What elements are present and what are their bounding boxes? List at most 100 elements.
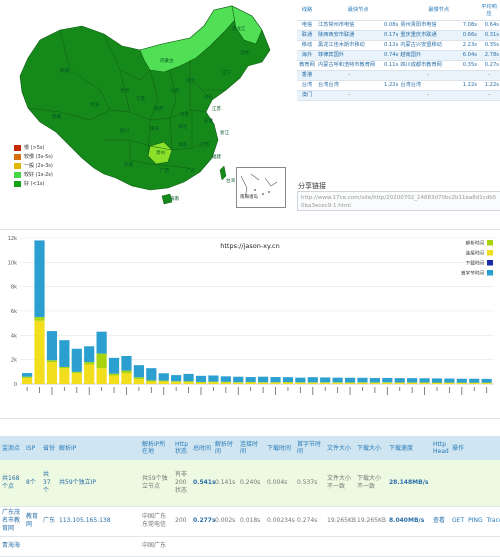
result-head [431, 536, 450, 557]
results-col-header: 总时间 [191, 436, 213, 460]
bar-segment [245, 381, 256, 383]
inset-graphic [240, 173, 278, 199]
x-tick-mark [299, 387, 301, 393]
bar-segment [71, 348, 82, 372]
chart-legend-label: 连接时间 [466, 250, 485, 257]
slowest-time: 2.23s [456, 40, 478, 51]
results-col-header: 下载大小 [355, 436, 387, 460]
fastest-node: 江苏常州市电信 [317, 20, 382, 31]
results-col-header: 连接时间 [238, 436, 265, 460]
bar-segment [307, 382, 318, 384]
summary-node: 共168个点 [0, 460, 24, 507]
bar-segment [208, 375, 219, 382]
slowest-time: 0.66s [456, 30, 478, 41]
results-col-header: 文件大小 [325, 436, 355, 460]
y-tick-label: 6k [11, 309, 17, 315]
fastest-time: 1.22s [381, 80, 400, 91]
map-taiwan [219, 165, 227, 181]
bar-segment [469, 378, 480, 383]
share-link-input[interactable]: http://www.17ce.com/site/http/20200702_1… [297, 191, 500, 211]
results-col-header: 首字节时间 [295, 436, 325, 460]
action-trace-link[interactable]: Trace [487, 517, 500, 524]
bar-segment [195, 382, 207, 384]
x-tick-mark [436, 387, 438, 391]
province-label: 贵州 [156, 149, 165, 156]
result-loc: 中国广东东莞电信 [140, 506, 173, 537]
summary-ip: 共59个独立IP [57, 460, 140, 507]
bar-segment [481, 383, 492, 384]
chart-legend-label: 解析时间 [466, 240, 485, 247]
province-label: 新疆 [60, 67, 69, 74]
isp-name: 移动 [297, 40, 317, 51]
y-tick-label: 2k [11, 358, 17, 364]
legend-swatch [14, 144, 21, 151]
isp-name: 电信 [297, 20, 317, 31]
x-tick-mark [101, 387, 103, 391]
results-header: 监测点 ISP 省份 解析IP 解析IP所在地 Http状态 总时间 解析时间 连接时间 下载时间… [0, 436, 500, 460]
x-tick-mark [88, 387, 90, 395]
bar-segment [34, 317, 45, 321]
x-tick-mark [461, 387, 463, 395]
bar-segment [84, 364, 95, 384]
y-tick-label: 12k [8, 236, 17, 242]
bar-segment [469, 383, 480, 384]
x-tick-mark [473, 387, 475, 391]
average-time: - [478, 90, 500, 101]
x-tick-mark [26, 387, 28, 391]
fastest-node: 菲律宾国外 [317, 50, 382, 61]
action-ping-link[interactable]: PING [468, 517, 483, 524]
province-label: 浙江 [220, 129, 229, 136]
south-sea-inset: 南海诸岛 [236, 167, 286, 208]
bar-segment [258, 376, 269, 383]
bar-segment [282, 377, 294, 383]
province-label: 内蒙古 [160, 57, 174, 64]
x-tick-mark [337, 387, 339, 393]
isp-row: 教育网 内蒙古呼和浩特市教育网 0.11s 四川成都市教育网 0.35s 0.27s [297, 60, 500, 71]
slowest-node: 越南国外 [399, 50, 457, 61]
bar-segment [171, 381, 182, 382]
results-col-header: 下载时间 [265, 436, 295, 460]
slowest-node: 台湾台湾 [399, 80, 457, 91]
slowest-time [456, 90, 478, 101]
result-isp: 教育网 [24, 506, 41, 537]
x-tick-mark [449, 387, 450, 393]
bar-segment [245, 377, 256, 382]
fastest-node: 台湾台湾 [317, 80, 382, 91]
average-time: 0.27s [478, 60, 500, 71]
isp-name: 台湾 [297, 80, 317, 91]
result-http: 200 [173, 506, 191, 537]
fastest-time: 0.11s [381, 60, 400, 71]
province-label: 陕西 [154, 105, 163, 112]
x-tick-mark [399, 387, 401, 391]
fastest-node: 黑龙江佳木斯市移动 [317, 40, 382, 51]
action-get-link[interactable]: GET [452, 517, 464, 524]
isp-row: 台湾 台湾台湾 1.22s 台湾台湾 1.22s 1.22s [297, 80, 500, 91]
result-row: 广东茂名市教育网 教育网 广东 113.105.165.138 中国广东东莞电信 200 0… [0, 506, 500, 537]
province-label: 宁夏 [136, 95, 145, 102]
bar-segment [270, 377, 281, 383]
province-label: 辽宁 [222, 69, 231, 76]
results-col-header: 解析IP [57, 436, 140, 460]
province-label: 海南 [170, 195, 179, 202]
chart-legend-swatch [487, 250, 493, 256]
x-tick-mark [275, 387, 276, 395]
bar-segment [481, 378, 492, 383]
result-head[interactable]: 查看 [431, 506, 450, 537]
bar-segment [146, 368, 157, 381]
bar-segment [171, 375, 182, 382]
bar-segment [71, 373, 82, 384]
bar-segment [220, 381, 231, 383]
fastest-time: 0.12s [381, 40, 400, 51]
average-time: 2.78s [478, 50, 500, 61]
fastest-time: 0.17s [381, 30, 400, 41]
bar-segment [96, 353, 107, 369]
legend-label: 较慢 (3s-5s) [24, 154, 53, 160]
result-connect [238, 536, 265, 557]
result-ip [57, 536, 140, 557]
isp-row: 澳门 - - - [297, 90, 500, 101]
bar-segment [245, 382, 256, 384]
x-tick-mark [213, 387, 214, 391]
result-node: 青海海 [0, 536, 24, 557]
result-resolve: 0.002s [213, 506, 238, 537]
bar-segment [34, 240, 45, 318]
